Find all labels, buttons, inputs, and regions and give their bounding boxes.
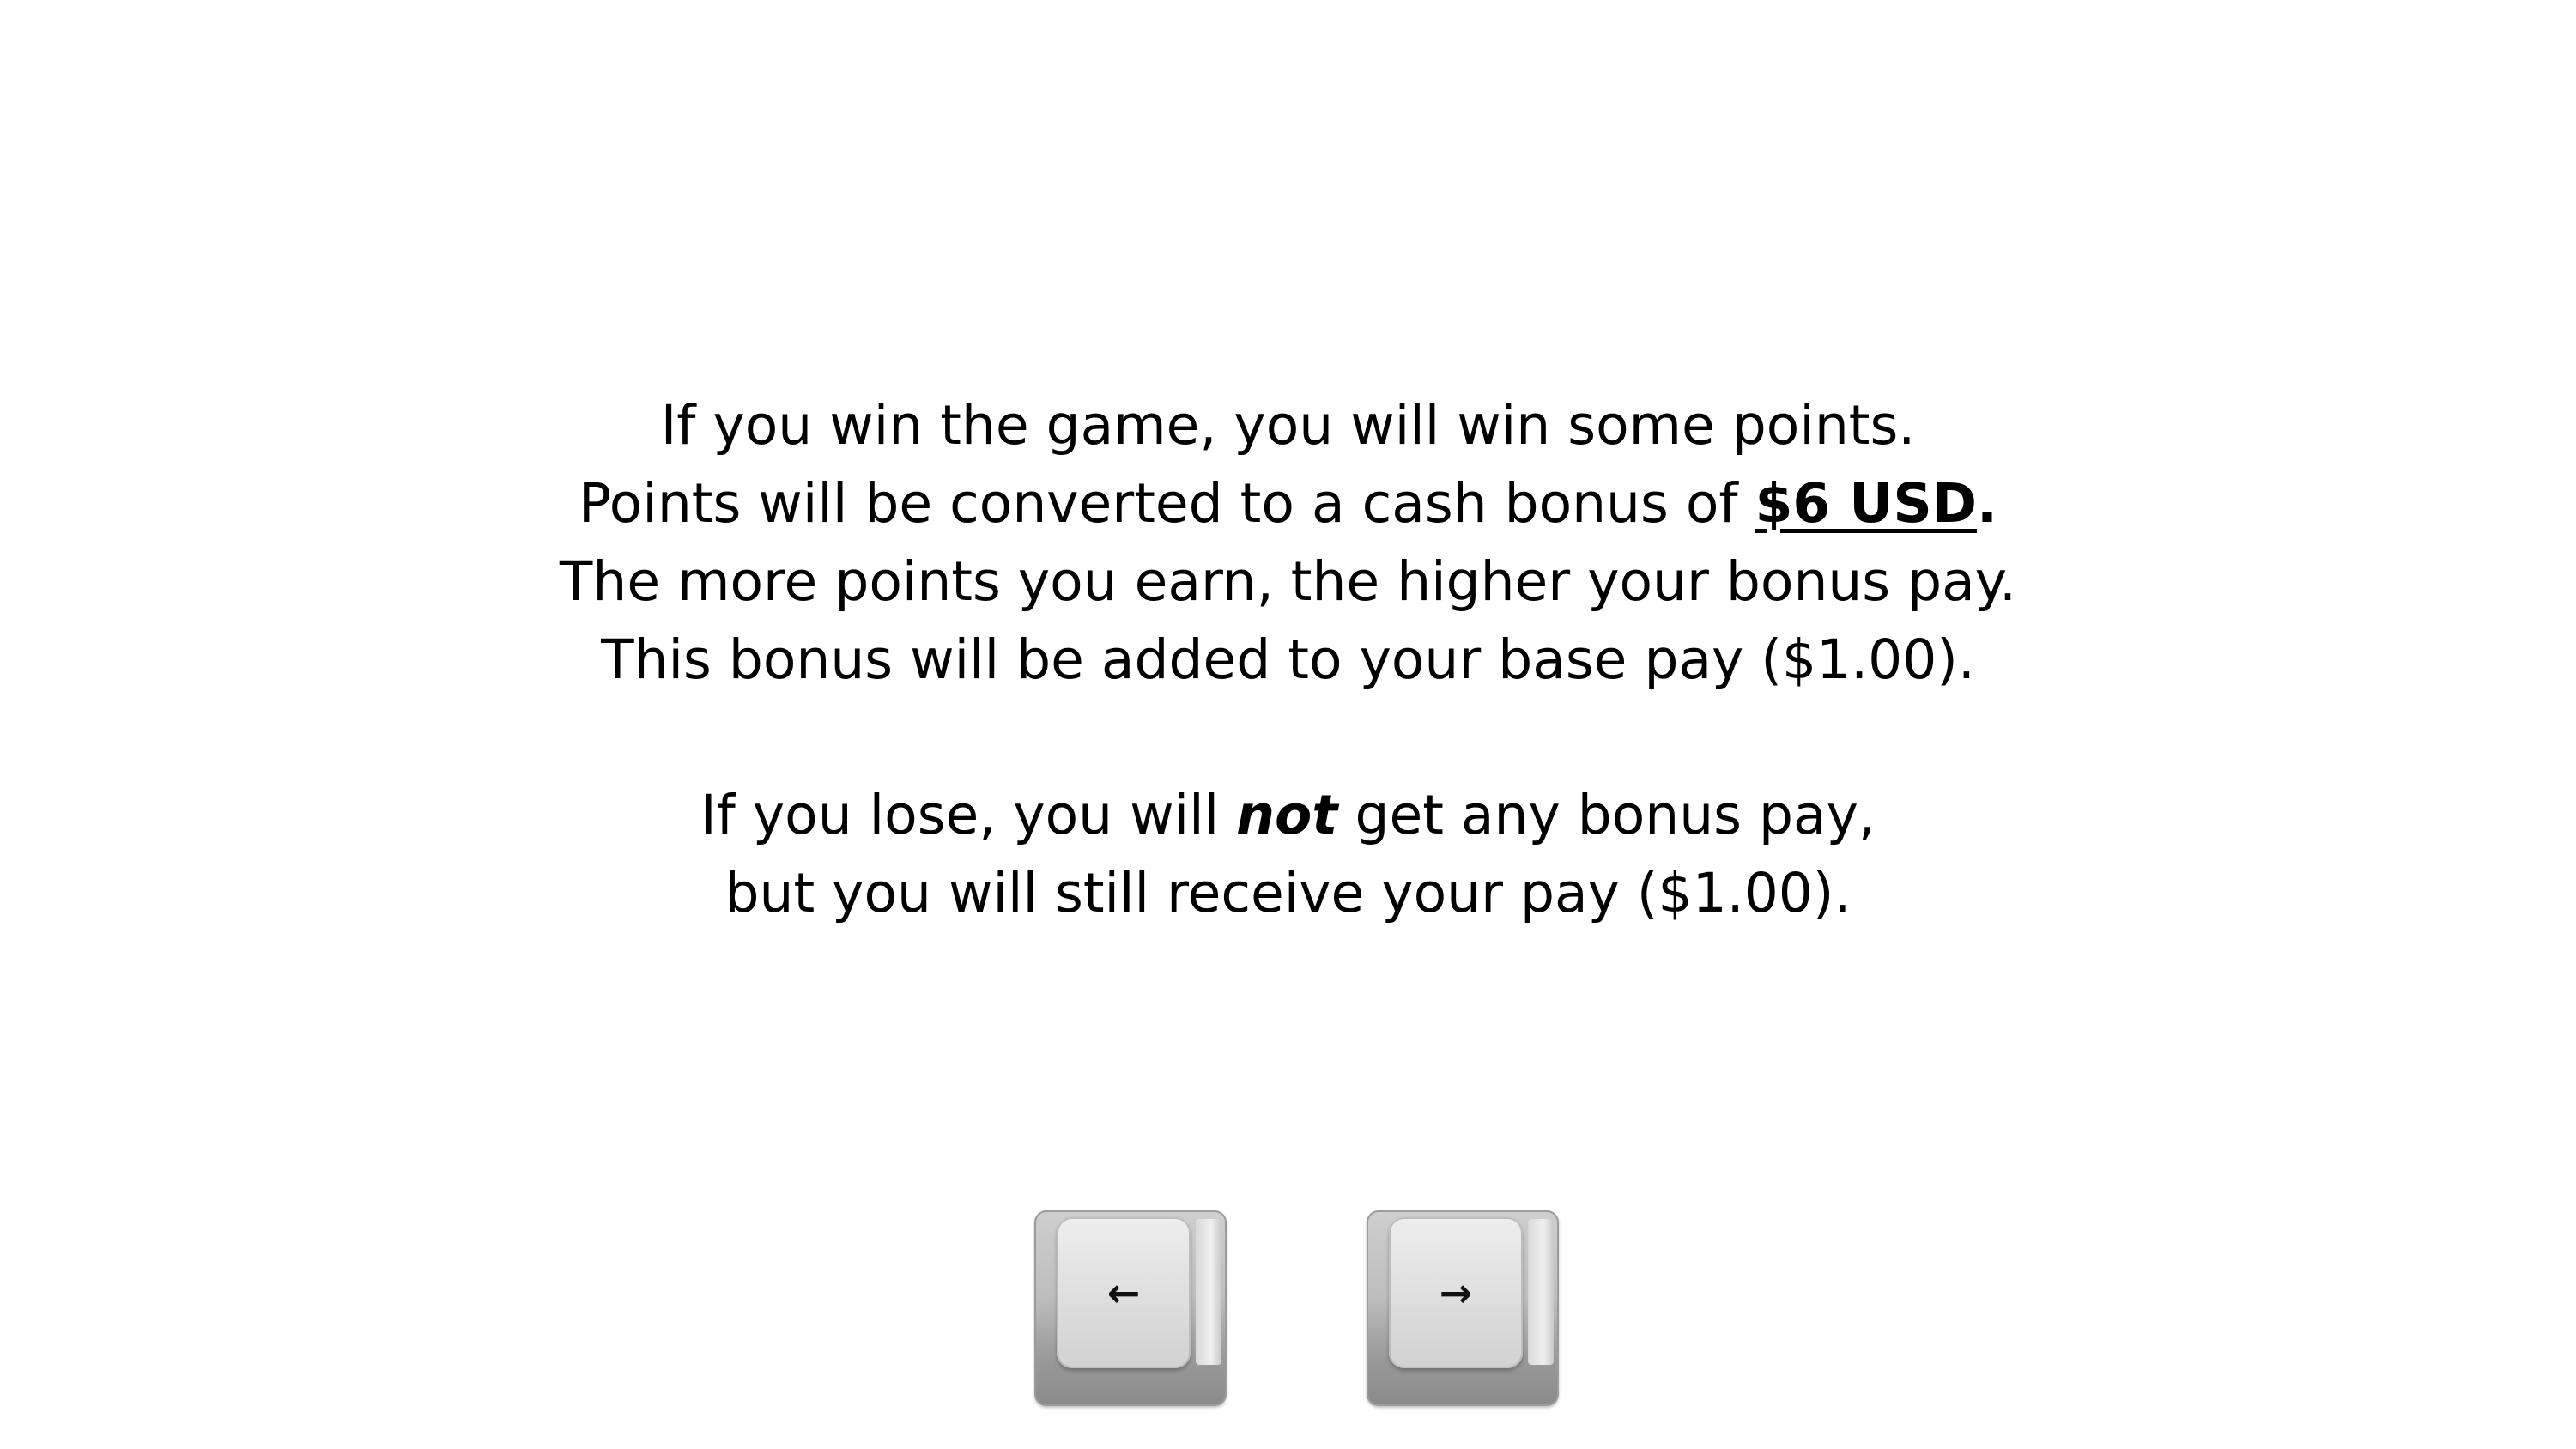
- lose-line-1: If you lose, you will not get any bonus …: [0, 776, 2576, 854]
- right-key-cap[interactable]: →: [1389, 1217, 1523, 1368]
- left-key-cap[interactable]: ←: [1057, 1217, 1191, 1368]
- win-line-4: This bonus will be added to your base pa…: [601, 628, 1975, 691]
- instruction-text: If you win the game, you will win some p…: [0, 386, 2576, 932]
- not-emphasis: not: [1236, 784, 1338, 846]
- win-line-1: If you win the game, you will win some p…: [660, 394, 1916, 457]
- win-line-2-prefix: Points will be converted to a cash bonus…: [579, 472, 1755, 535]
- left-arrow-icon: ←: [1106, 1270, 1141, 1316]
- bonus-amount: $6 USD: [1755, 472, 1978, 535]
- win-line-2: Points will be converted to a cash bonus…: [0, 464, 2576, 543]
- lose-paragraph: If you lose, you will not get any bonus …: [0, 776, 2576, 932]
- lose-line-1-prefix: If you lose, you will: [700, 784, 1237, 846]
- lose-line-2: but you will still receive your pay ($1.…: [724, 862, 1852, 925]
- win-paragraph: If you win the game, you will win some p…: [0, 386, 2576, 699]
- left-arrow-key[interactable]: ←: [1034, 1210, 1227, 1406]
- right-arrow-icon: →: [1439, 1270, 1473, 1316]
- win-line-3: The more points you earn, the higher you…: [559, 550, 2017, 613]
- lose-line-1-suffix: get any bonus pay,: [1337, 784, 1876, 846]
- win-line-2-suffix: .: [1977, 472, 1997, 535]
- right-arrow-key[interactable]: →: [1367, 1210, 1559, 1406]
